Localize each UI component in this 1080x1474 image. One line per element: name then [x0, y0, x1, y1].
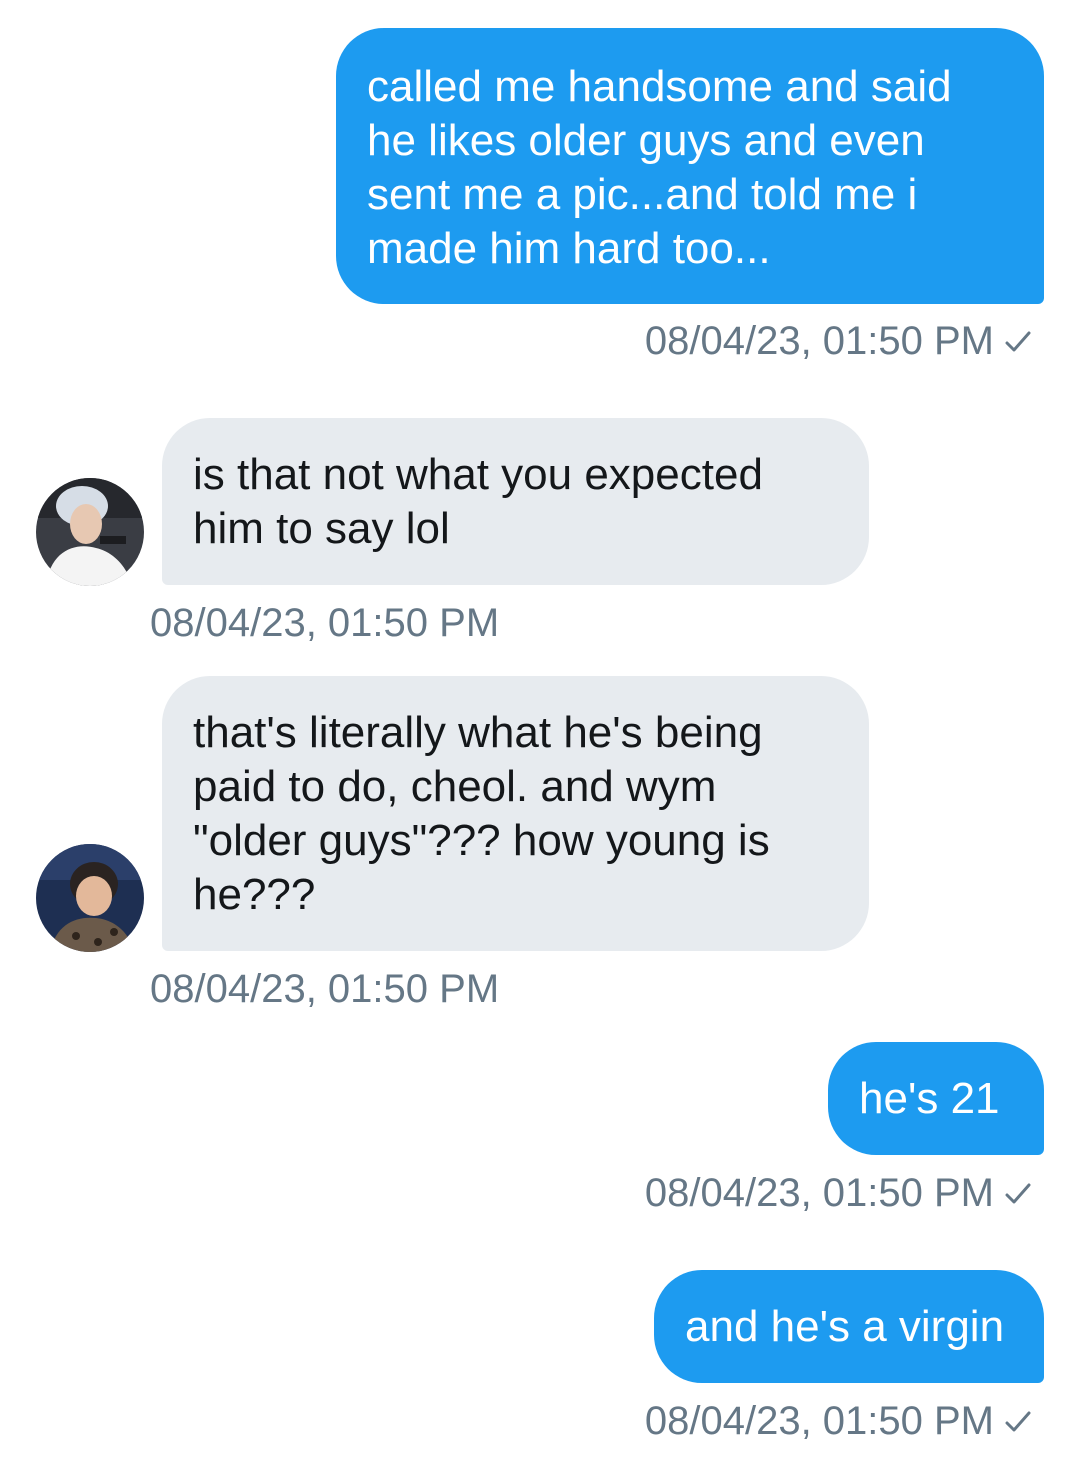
timestamp-text: 08/04/23, 01:50 PM [150, 967, 500, 1011]
message-timestamp: 08/04/23, 01:50 PM [645, 318, 1032, 364]
message-timestamp: 08/04/23, 01:50 PM [645, 1398, 1032, 1444]
check-icon [1005, 331, 1031, 352]
timestamp-text: 08/04/23, 01:50 PM [644, 1171, 994, 1215]
avatar[interactable] [36, 844, 144, 952]
message-bubble-received[interactable]: that's literally what he's being paid to… [162, 676, 869, 951]
check-icon [1005, 1411, 1031, 1432]
message-bubble-sent[interactable]: called me handsome and said he likes old… [336, 28, 1044, 304]
timestamp-text: 08/04/23, 01:50 PM [644, 319, 994, 363]
timestamp-text: 08/04/23, 01:50 PM [150, 601, 500, 645]
message-bubble-sent[interactable]: and he's a virgin [654, 1270, 1044, 1383]
avatar[interactable] [36, 478, 144, 586]
timestamp-text: 08/04/23, 01:50 PM [644, 1399, 994, 1443]
message-bubble-received[interactable]: is that not what you expected him to say… [162, 418, 869, 585]
message-timestamp: 08/04/23, 01:50 PM [150, 600, 499, 646]
message-timestamp: 08/04/23, 01:50 PM [645, 1170, 1032, 1216]
message-timestamp: 08/04/23, 01:50 PM [150, 966, 499, 1012]
message-bubble-sent[interactable]: he's 21 [828, 1042, 1044, 1155]
check-icon [1005, 1183, 1031, 1204]
